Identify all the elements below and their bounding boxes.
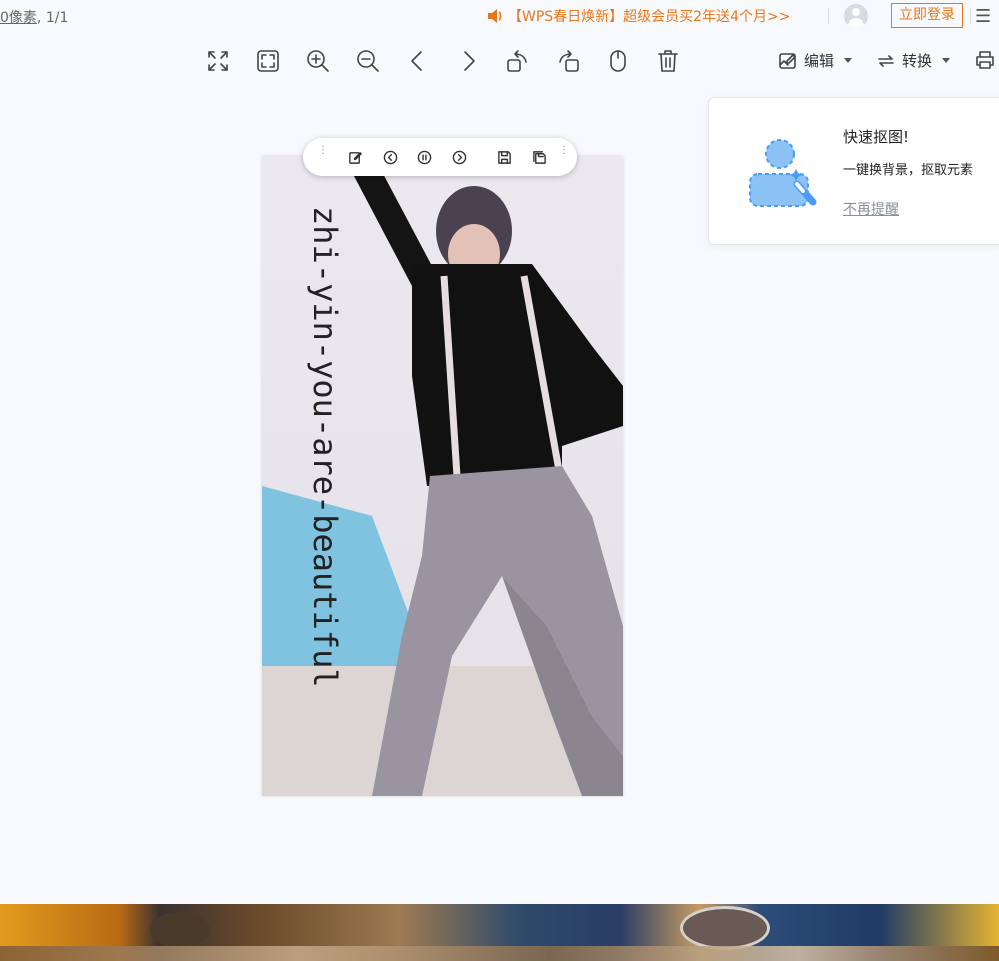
promo-text: 【WPS春日焕新】超级会员买2年送4个月>> [508, 9, 791, 25]
edit-label: 编辑 [804, 52, 835, 70]
rotate-right-icon[interactable] [553, 46, 583, 76]
promo-link[interactable]: 【WPS春日焕新】超级会员买2年送4个月>> [486, 6, 790, 26]
image-edit-icon [779, 52, 796, 69]
speaker-icon [488, 9, 502, 23]
avatar[interactable] [844, 4, 868, 28]
prev-frame-icon[interactable] [382, 149, 398, 165]
fit-window-icon[interactable] [253, 46, 283, 76]
convert-label: 转换 [902, 52, 933, 70]
drag-handle-icon[interactable]: ⋮ [318, 146, 328, 156]
delete-icon[interactable] [653, 46, 683, 76]
next-icon[interactable] [453, 46, 483, 76]
fullscreen-icon[interactable] [203, 46, 233, 76]
pixel-size: 0像素 [0, 10, 37, 26]
banner-decoration [150, 912, 210, 948]
cutout-person-icon [749, 139, 817, 207]
save-icon[interactable] [496, 149, 512, 165]
zoom-in-icon[interactable] [303, 46, 333, 76]
menu-icon[interactable]: ☰ [975, 6, 991, 27]
image-preview[interactable]: zhi-yin-you-are-beautiful [262, 156, 623, 796]
dismiss-link[interactable]: 不再提醒 [843, 199, 899, 219]
save-as-icon[interactable] [531, 149, 547, 165]
main-toolbar: 编辑 转换 [0, 40, 999, 84]
divider [970, 8, 971, 24]
print-icon[interactable] [975, 50, 995, 70]
convert-icon [878, 54, 894, 67]
chevron-down-icon [942, 58, 951, 63]
pause-icon[interactable] [416, 149, 432, 165]
edit-menu-button[interactable]: 编辑 [778, 50, 853, 71]
image-caption: zhi-yin-you-are-beautiful [306, 206, 344, 688]
page-count: , 1/1 [36, 10, 69, 26]
photo: zhi-yin-you-are-beautiful [262, 156, 623, 796]
popup-description: 一键换背景，抠取元素 [843, 163, 974, 178]
rotate-left-icon[interactable] [503, 46, 533, 76]
chevron-down-icon [844, 58, 853, 63]
edit-icon[interactable] [347, 149, 363, 165]
image-info: 0像素, 1/1 [0, 7, 68, 27]
divider [828, 8, 829, 24]
zoom-out-icon[interactable] [353, 46, 383, 76]
login-button[interactable]: 立即登录 [891, 3, 963, 28]
mouse-icon[interactable] [603, 46, 633, 76]
next-frame-icon[interactable] [451, 149, 467, 165]
bottom-banner-image[interactable] [0, 904, 999, 961]
banner-decoration [680, 906, 770, 950]
banner-strip [0, 946, 999, 961]
quick-cutout-popup: 快速抠图! 一键换背景，抠取元素 不再提醒 [708, 97, 999, 245]
previous-icon[interactable] [403, 46, 433, 76]
popup-title: 快速抠图! [843, 128, 910, 146]
convert-menu-button[interactable]: 转换 [876, 50, 951, 71]
floating-toolbar: ⋮ ⋮ [303, 138, 577, 176]
more-icon[interactable]: ⋮ [559, 146, 569, 156]
top-bar: 0像素, 1/1 【WPS春日焕新】超级会员买2年送4个月>> 立即登录 ☰ [0, 0, 999, 34]
